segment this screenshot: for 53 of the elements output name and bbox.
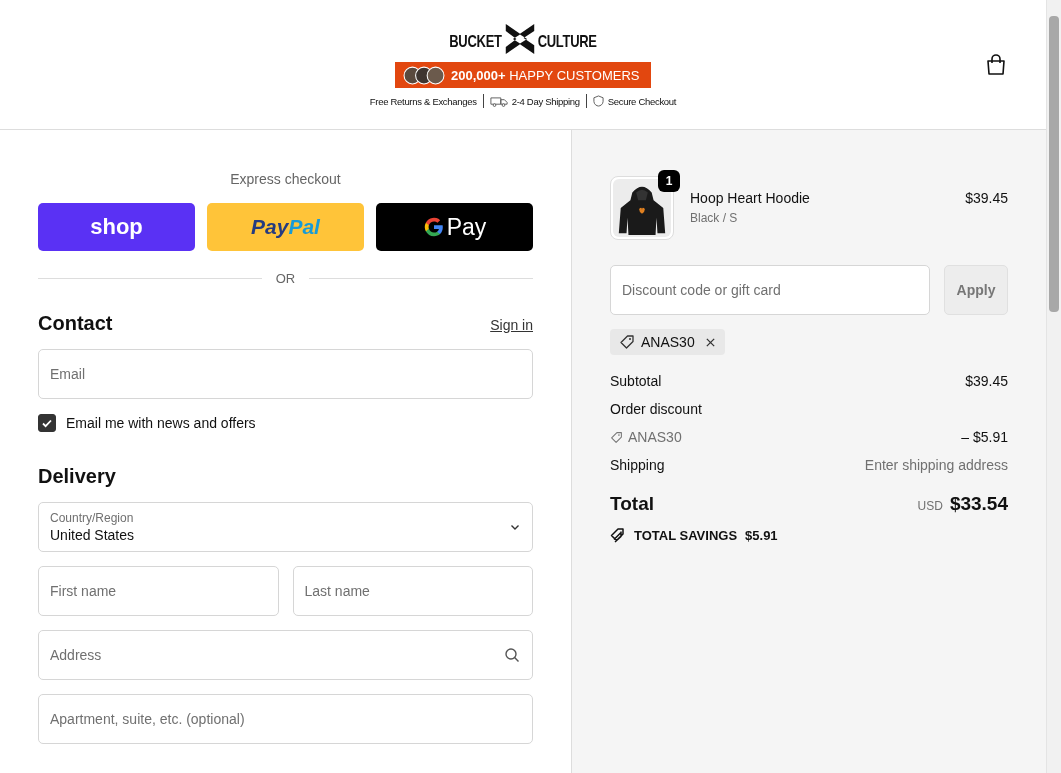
address-field[interactable]: Address bbox=[38, 630, 533, 680]
tag-icon bbox=[619, 334, 635, 350]
line-label: Subtotal bbox=[610, 373, 662, 389]
scrollbar[interactable] bbox=[1046, 0, 1061, 773]
google-g-icon bbox=[422, 216, 445, 238]
sign-in-link[interactable]: Sign in bbox=[490, 317, 533, 333]
savings-label: TOTAL SAVINGS bbox=[634, 527, 738, 543]
customers-banner: 200,000+ HAPPY CUSTOMERS bbox=[395, 62, 651, 88]
country-select[interactable]: Country/Region United States bbox=[38, 502, 533, 552]
trust-label: Secure Checkout bbox=[607, 95, 677, 107]
logo-mark-icon bbox=[503, 21, 536, 57]
quantity-badge: 1 bbox=[658, 170, 680, 192]
input-field[interactable]: First name bbox=[38, 566, 279, 616]
line-label: Shipping bbox=[610, 457, 665, 473]
product-price: $39.45 bbox=[965, 190, 1008, 206]
shopping-bag-icon[interactable] bbox=[986, 54, 1006, 76]
trust-label: 2-4 Day Shipping bbox=[511, 95, 580, 107]
email-field[interactable]: Email bbox=[38, 349, 533, 399]
paypal-pay-button[interactable]: PayPal bbox=[207, 203, 364, 251]
total-label: Total bbox=[610, 493, 654, 515]
line-label: ANAS30 bbox=[628, 429, 682, 445]
checkmark-icon bbox=[41, 417, 53, 429]
express-checkout-title: Express checkout bbox=[229, 171, 342, 187]
input-field[interactable]: Apartment, suite, etc. (optional) bbox=[38, 694, 533, 744]
savings-amount: $5.91 bbox=[745, 527, 778, 543]
checkbox[interactable] bbox=[38, 414, 56, 432]
tags-icon bbox=[610, 527, 626, 543]
shield-icon bbox=[592, 95, 604, 107]
trust-label: Free Returns & Exchanges bbox=[369, 95, 477, 107]
gpay-pay-button[interactable]: Pay bbox=[376, 203, 533, 251]
newsletter-label: Email me with news and offers bbox=[66, 415, 256, 431]
line-value: $39.45 bbox=[965, 373, 1008, 389]
or-divider-label: OR bbox=[275, 271, 296, 286]
tag-icon bbox=[610, 430, 623, 444]
truck-icon bbox=[489, 95, 508, 107]
product-variant: Black / S bbox=[690, 211, 739, 225]
line-value: – $5.91 bbox=[961, 429, 1008, 445]
search-icon bbox=[504, 647, 520, 663]
delivery-heading: Delivery bbox=[38, 465, 117, 488]
shop-pay-button[interactable]: shop bbox=[38, 203, 195, 251]
contact-heading: Contact bbox=[38, 312, 113, 335]
total-amount: $33.54 bbox=[949, 493, 1008, 515]
discount-code-field[interactable]: Discount code or gift card bbox=[610, 265, 930, 315]
line-value: Enter shipping address bbox=[864, 457, 1008, 473]
currency-code: USD bbox=[917, 499, 943, 513]
apply-button[interactable]: Apply bbox=[944, 265, 1008, 315]
line-label: Order discount bbox=[610, 401, 702, 417]
product-name: Hoop Heart Hoodie bbox=[690, 190, 811, 206]
brand-logo[interactable]: BUCKET CULTURE bbox=[449, 20, 597, 58]
close-icon[interactable] bbox=[704, 336, 716, 348]
discount-code: ANAS30 bbox=[641, 334, 695, 350]
customer-photos-icon bbox=[403, 65, 445, 85]
input-field[interactable]: Last name bbox=[292, 566, 533, 616]
